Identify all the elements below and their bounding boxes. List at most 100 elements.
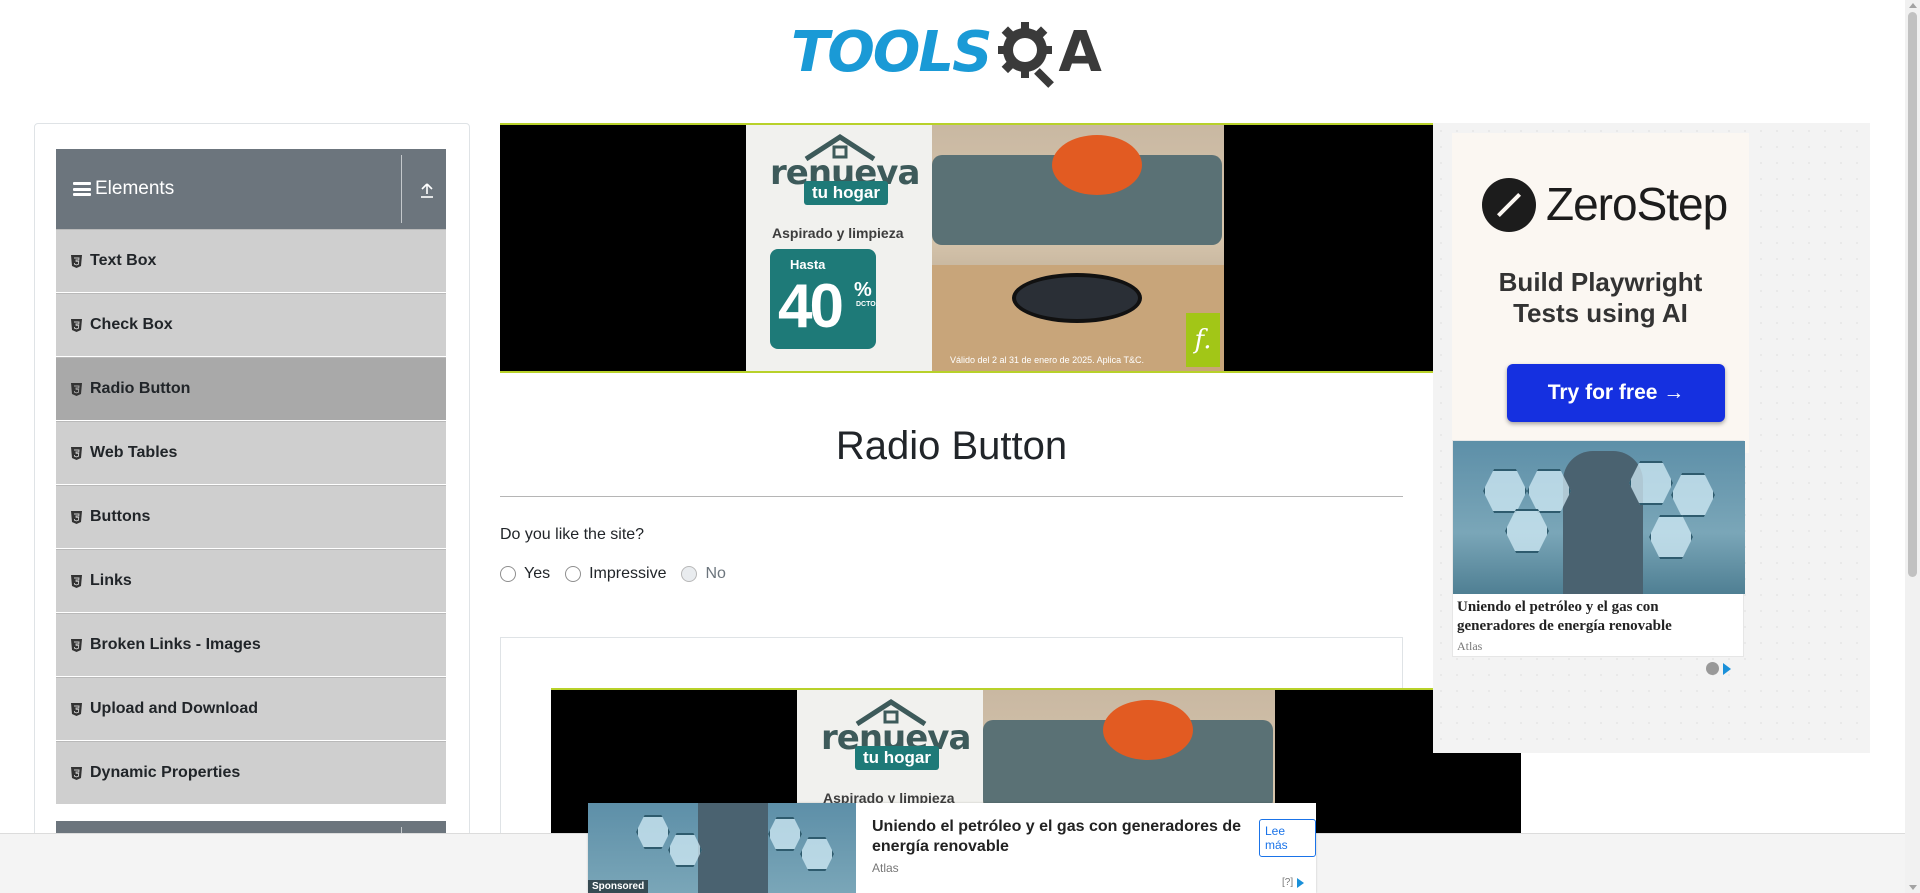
sidebar-item-radio-button[interactable]: Radio Button	[56, 357, 446, 421]
collapse-icon[interactable]	[418, 181, 436, 199]
radio-group: Yes Impressive No	[500, 565, 741, 583]
ad-photo: Válido del 2 al 31 de enero de 2025. Apl…	[932, 125, 1224, 371]
hexagon-icon	[636, 815, 670, 849]
html5-icon	[71, 574, 82, 588]
ad-brand-line2: tu hogar	[855, 746, 939, 770]
radio-circle	[681, 566, 698, 582]
robot-vacuum-image	[1012, 273, 1142, 323]
sidebar-item-upload-download[interactable]: Upload and Download	[56, 677, 446, 741]
hexagon-icon	[1649, 515, 1693, 559]
scroll-thumb[interactable]	[1908, 12, 1917, 577]
ad-help-link[interactable]: [?]	[1282, 877, 1293, 888]
pillow-image	[1052, 135, 1142, 195]
radio-yes[interactable]: Yes	[500, 565, 550, 583]
radio-label[interactable]: Yes	[524, 565, 550, 583]
sidebar-item-buttons[interactable]: Buttons	[56, 485, 446, 549]
html5-icon	[71, 702, 82, 716]
sticky-ad-source: Atlas	[872, 861, 899, 875]
pillow-image	[1103, 700, 1193, 760]
zerostep-ad[interactable]: ZeroStep Build Playwright Tests using AI…	[1452, 133, 1749, 453]
sidebar-item-web-tables[interactable]: Web Tables	[56, 421, 446, 485]
html5-icon	[71, 638, 82, 652]
html5-icon	[71, 766, 82, 780]
sticky-ad-image: Sponsored	[588, 803, 856, 893]
hexagon-icon	[800, 837, 834, 871]
promo-prefix: Hasta	[790, 257, 826, 272]
sidebar-item-label: Text Box	[90, 252, 157, 269]
radio-impressive[interactable]: Impressive	[565, 565, 666, 583]
radio-label: No	[705, 565, 726, 582]
sidebar-item-text-box[interactable]: Text Box	[56, 229, 446, 293]
ad-left-panel: renueva tu hogar Aspirado y limpieza Has…	[746, 125, 932, 371]
sidebar-item-broken-links[interactable]: Broken Links - Images	[56, 613, 446, 677]
radio-circle[interactable]	[500, 566, 516, 582]
hexagon-icon	[768, 817, 802, 851]
hexagon-icon	[1483, 469, 1527, 513]
sidebar-item-label: Broken Links - Images	[90, 636, 261, 653]
zerostep-logo-icon	[1482, 178, 1536, 232]
right-sidebar-ad[interactable]: ZeroStep Build Playwright Tests using AI…	[1433, 123, 1870, 753]
page-scrollbar[interactable]	[1905, 0, 1920, 893]
businessman-image	[1563, 451, 1643, 594]
adchoices-icon[interactable]	[1706, 662, 1731, 675]
businessman-image	[698, 803, 768, 893]
header-divider	[401, 155, 402, 223]
ad-headline: Aspirado y limpieza	[772, 225, 904, 241]
radio-no: No	[681, 565, 726, 583]
ad-brand-line2: tu hogar	[804, 181, 888, 205]
sponsored-label: Sponsored	[588, 880, 649, 893]
radio-circle[interactable]	[565, 566, 582, 582]
sticky-bottom-ad[interactable]: Sponsored Uniendo el petróleo y el gas c…	[588, 803, 1316, 893]
radio-question: Do you like the site?	[500, 526, 645, 543]
html5-icon	[71, 254, 82, 268]
group-label: Elements	[95, 178, 175, 199]
html5-icon	[71, 510, 82, 524]
zerostep-tagline: Build Playwright Tests using AI	[1452, 267, 1749, 329]
native-ad-card[interactable]: Uniendo el petróleo y el gas con generad…	[1452, 440, 1745, 657]
html5-icon	[71, 382, 82, 396]
promo-suffix: DCTO.	[856, 301, 878, 308]
top-banner-ad[interactable]: renueva tu hogar Aspirado y limpieza Has…	[500, 123, 1433, 373]
adchoices-triangle-icon[interactable]	[1723, 662, 1731, 675]
tagline-line1: Build Playwright	[1498, 267, 1703, 297]
logo-text-a: A	[1058, 19, 1102, 85]
zerostep-brand: ZeroStep	[1546, 178, 1728, 230]
sidebar-item-label: Radio Button	[90, 380, 191, 397]
lee-mas-button[interactable]: Lee más	[1259, 819, 1316, 857]
hexagon-icon	[668, 833, 702, 867]
sidebar-item-check-box[interactable]: Check Box	[56, 293, 446, 357]
native-ad-image	[1453, 441, 1745, 594]
sidebar-item-dynamic-properties[interactable]: Dynamic Properties	[56, 741, 446, 805]
ad-promo-badge: Hasta 40 % DCTO.	[770, 249, 878, 349]
page-title: Radio Button	[835, 424, 1068, 468]
menu-icon	[73, 182, 91, 196]
sidebar-item-links[interactable]: Links	[56, 549, 446, 613]
native-ad-title[interactable]: Uniendo el petróleo y el gas con generad…	[1453, 594, 1743, 636]
ad-info-icon[interactable]	[1706, 662, 1719, 675]
scroll-down-arrow-icon[interactable]	[1909, 885, 1917, 890]
sidebar-item-label: Web Tables	[90, 444, 178, 461]
toolsqa-logo[interactable]: TOOLS A	[791, 14, 1116, 90]
falabella-logo: f.	[1186, 313, 1220, 367]
promo-value: 40	[778, 272, 844, 341]
hexagon-icon	[1505, 509, 1549, 553]
ad-legal-text: Válido del 2 al 31 de enero de 2025. Apl…	[950, 355, 1144, 365]
hexagon-icon	[1671, 473, 1715, 517]
promo-symbol: %	[854, 279, 872, 301]
native-ad-source: Atlas	[1457, 639, 1483, 653]
adchoices-icon[interactable]	[1297, 877, 1305, 888]
elements-group-header[interactable]: Elements	[56, 149, 446, 229]
sidebar-item-label: Check Box	[90, 316, 173, 333]
sticky-ad-info[interactable]: [?]	[1282, 877, 1305, 888]
sidebar-item-label: Buttons	[90, 508, 151, 525]
html5-icon	[71, 446, 82, 460]
title-divider	[500, 496, 1403, 497]
radio-label[interactable]: Impressive	[589, 565, 666, 583]
ad-creative[interactable]: renueva tu hogar Aspirado y limpieza Has…	[746, 125, 1224, 371]
elements-menu: Text Box Check Box Radio Button Web Tabl…	[56, 229, 446, 805]
left-panel: Elements Text Box Check Box Radio Button…	[34, 123, 470, 893]
scroll-up-arrow-icon[interactable]	[1909, 3, 1917, 8]
try-for-free-button[interactable]: Try for free →	[1507, 364, 1725, 422]
sidebar-item-label: Links	[90, 572, 132, 589]
sticky-ad-title[interactable]: Uniendo el petróleo y el gas con generad…	[872, 817, 1252, 857]
